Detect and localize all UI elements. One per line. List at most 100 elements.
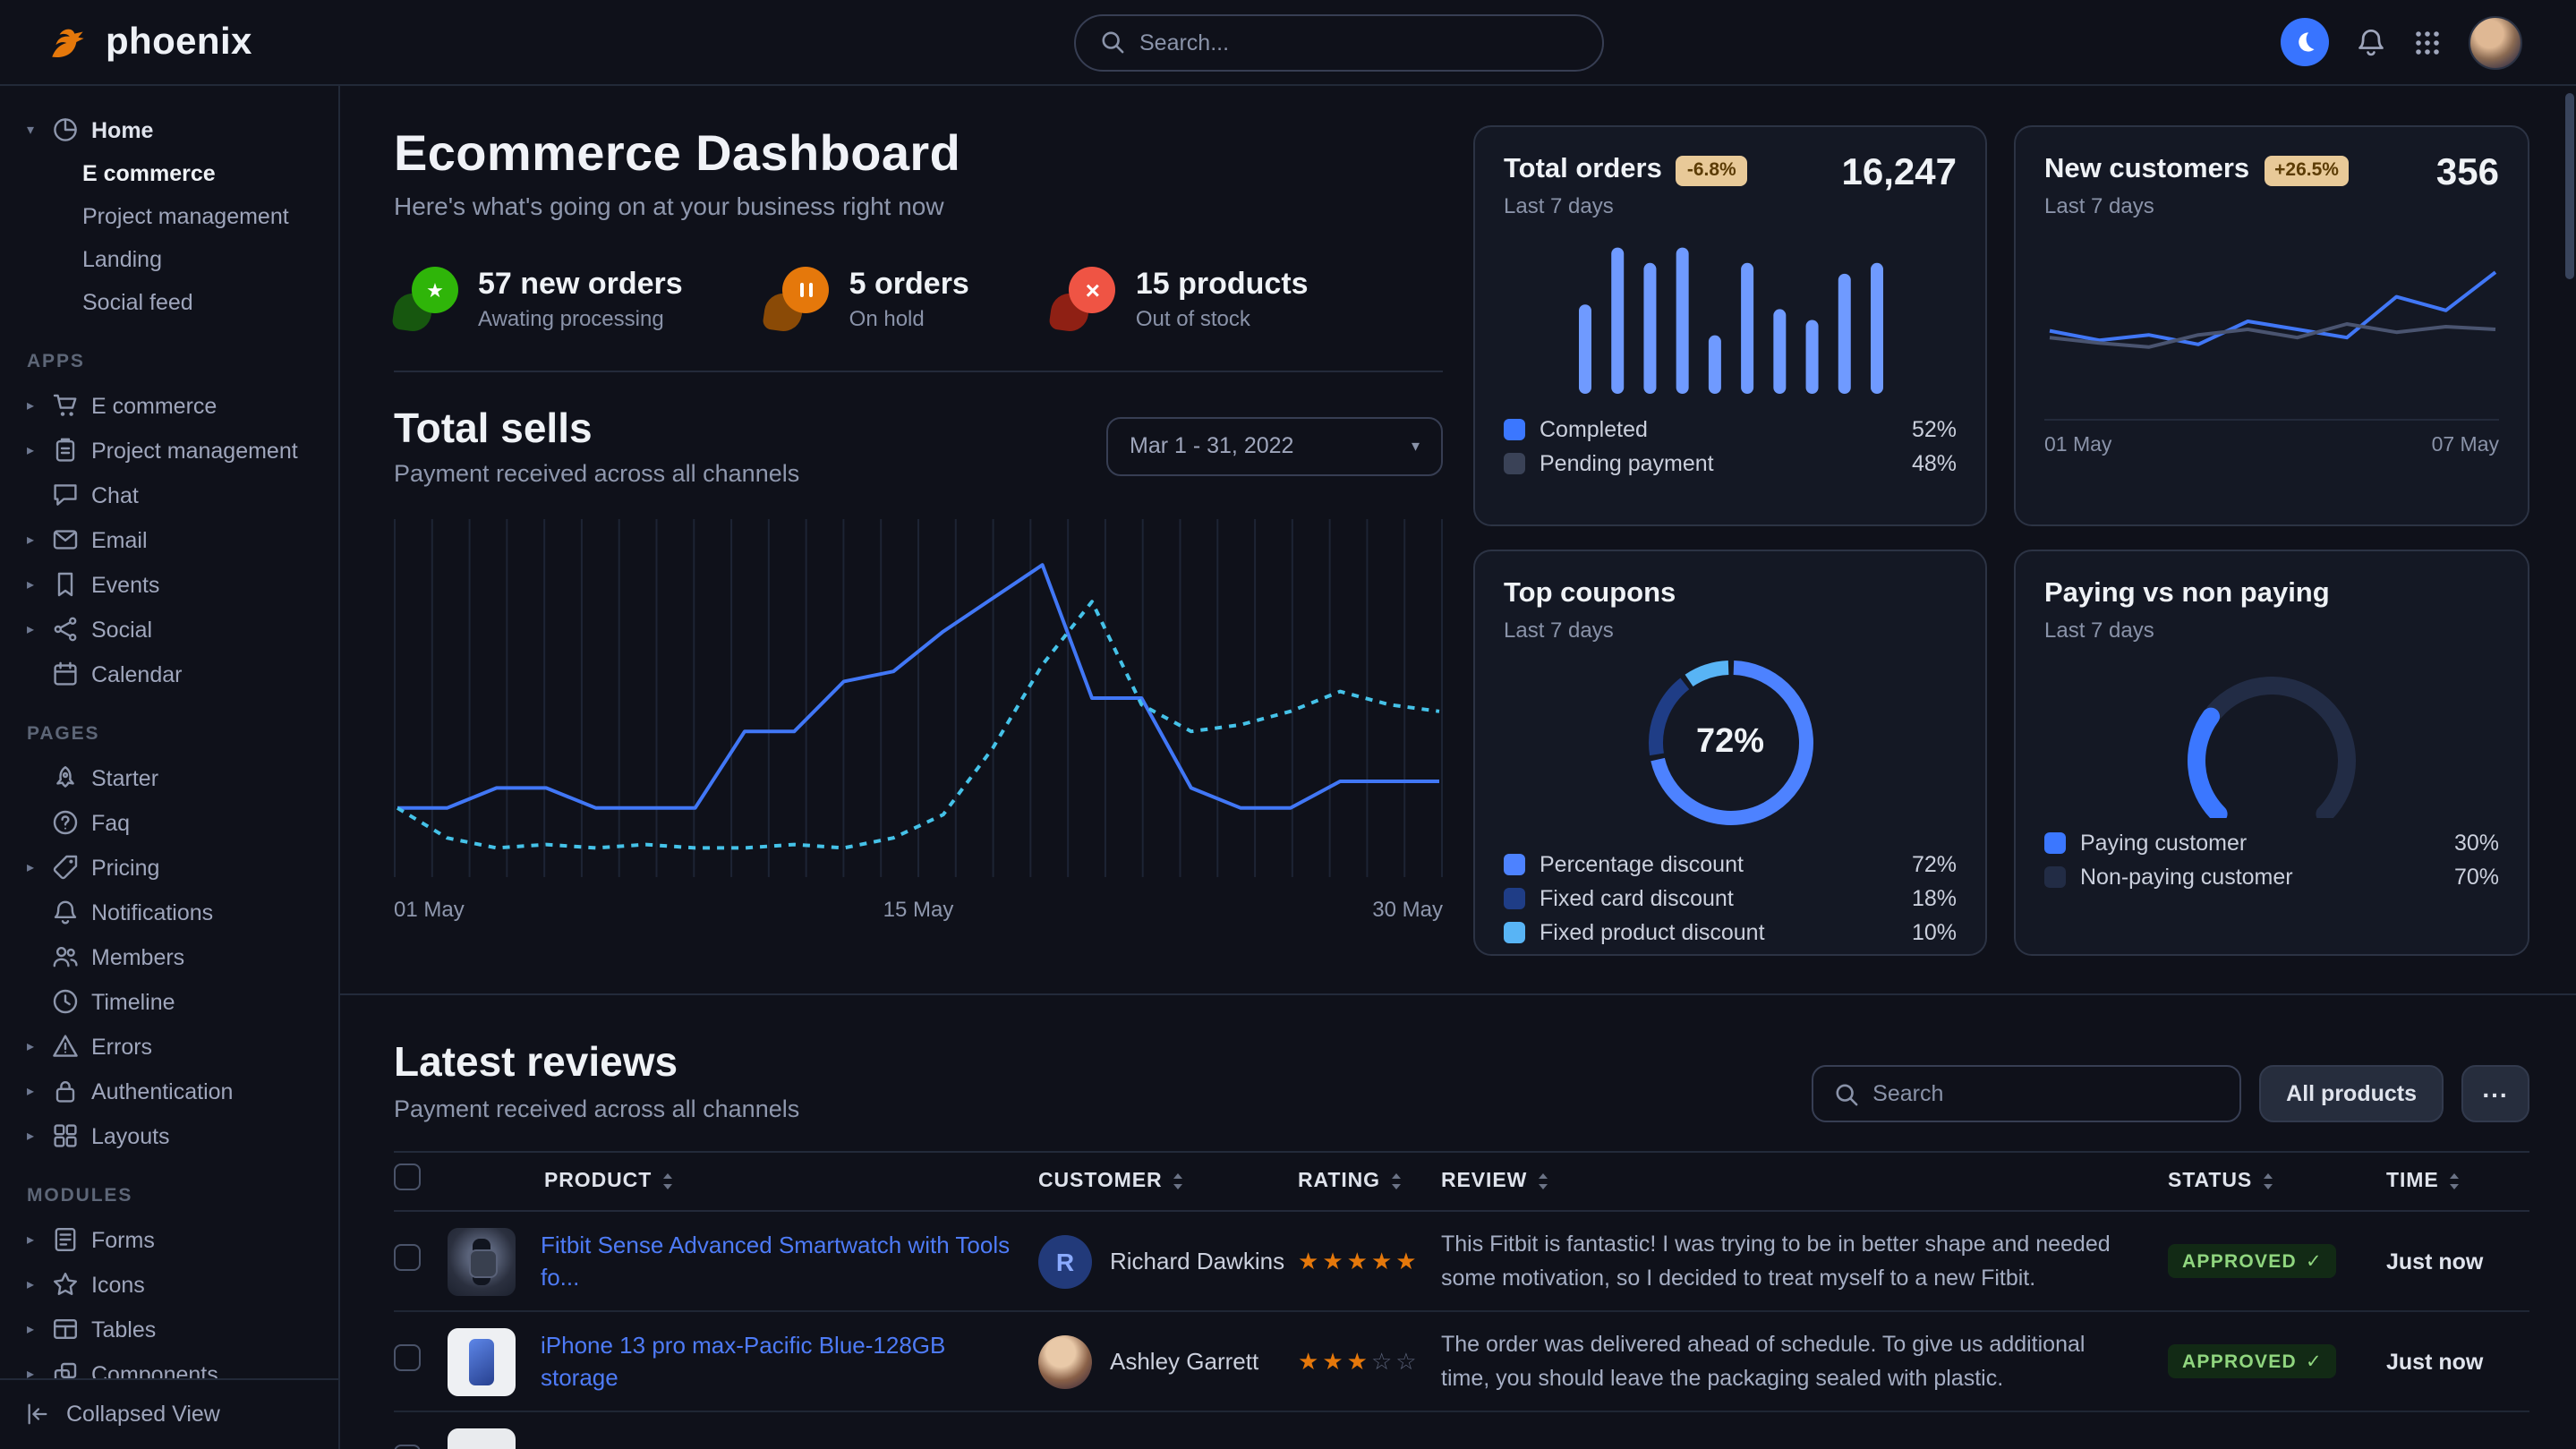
stat-label: Awating processing [478, 306, 683, 331]
product-image[interactable] [448, 1227, 516, 1295]
global-search-input[interactable] [1139, 30, 1576, 55]
table-row [394, 1412, 2529, 1449]
stat-value: 57 new orders [478, 267, 683, 303]
global-search[interactable] [1073, 13, 1603, 71]
brand-name: phoenix [106, 21, 252, 64]
notifications-button[interactable] [2356, 27, 2386, 57]
column-header-rating[interactable]: RATING [1298, 1171, 1432, 1192]
legend-swatch [1504, 887, 1525, 908]
reviews-search-input[interactable] [1872, 1081, 2218, 1106]
scrollbar-thumb[interactable] [2565, 93, 2574, 279]
column-header-product[interactable]: PRODUCT [544, 1171, 675, 1192]
paying-vs-nonpaying-card: Paying vs non paying Last 7 days Paying … [2014, 550, 2529, 956]
sidebar-item-ecommerce[interactable]: ▸ E commerce [21, 383, 320, 428]
sidebar-item-icons[interactable]: ▸ Icons [21, 1262, 320, 1307]
rocket-icon [52, 764, 79, 791]
row-checkbox[interactable] [394, 1343, 421, 1370]
total-sells-subtitle: Payment received across all channels [394, 460, 799, 487]
product-link[interactable]: iPhone 13 pro max-Pacific Blue-128GB sto… [541, 1330, 1029, 1393]
question-circle-icon [52, 809, 79, 836]
sidebar-item-members[interactable]: Members [21, 934, 320, 979]
legend-value: 52% [1912, 416, 1957, 441]
sidebar-subitem-project-management[interactable]: Project management [21, 195, 320, 238]
main-content: Ecommerce Dashboard Here's what's going … [340, 86, 2576, 1449]
customer-avatar[interactable] [1038, 1334, 1092, 1388]
sidebar-item-authentication[interactable]: ▸ Authentication [21, 1069, 320, 1113]
customer-avatar[interactable]: R [1038, 1234, 1092, 1288]
search-icon [1100, 30, 1123, 54]
row-checkbox[interactable] [394, 1243, 421, 1270]
card-title: Top coupons [1504, 578, 1676, 610]
sidebar-item-label: Home [91, 117, 153, 142]
date-range-select[interactable]: Mar 1 - 31, 2022 ▾ [1106, 416, 1443, 475]
chevron-down-icon: ▾ [1412, 436, 1420, 456]
sidebar-item-home[interactable]: ▾ Home [21, 107, 320, 152]
more-options-button[interactable]: ... [2461, 1065, 2529, 1122]
sidebar-subitem-landing[interactable]: Landing [21, 238, 320, 281]
legend-value: 70% [2454, 864, 2499, 889]
sidebar-item-notifications[interactable]: Notifications [21, 890, 320, 934]
column-header-customer[interactable]: CUSTOMER [1038, 1171, 1186, 1192]
sidebar-subitem-ecommerce[interactable]: E commerce [21, 152, 320, 195]
sidebar-item-tables[interactable]: ▸ Tables [21, 1307, 320, 1351]
user-avatar[interactable] [2469, 15, 2522, 69]
sidebar-item-email[interactable]: ▸ Email [21, 517, 320, 562]
donut-center-label: 72% [1644, 657, 1816, 829]
sidebar-item-faq[interactable]: Faq [21, 800, 320, 845]
brand[interactable]: phoenix [47, 20, 252, 64]
check-icon: ✓ [2306, 1351, 2323, 1373]
sidebar-subitem-label: Landing [82, 247, 162, 272]
bell-icon [52, 899, 79, 925]
legend-item: Fixed product discount 10% [1504, 915, 1957, 949]
collapsed-view-toggle[interactable]: Collapsed View [0, 1377, 338, 1449]
sidebar-item-label: Faq [91, 810, 130, 835]
apps-grid-button[interactable] [2413, 28, 2442, 56]
warning-triangle-icon [52, 1033, 79, 1060]
close-icon: × [1052, 267, 1116, 331]
all-products-button[interactable]: All products [2259, 1065, 2444, 1122]
card-title: New customers [2044, 154, 2249, 186]
legend-swatch [2044, 865, 2066, 887]
sidebar-item-calendar[interactable]: Calendar [21, 652, 320, 696]
product-image[interactable] [448, 1428, 516, 1449]
chevron-right-icon: ▸ [21, 621, 39, 637]
x-tick: 01 May [394, 897, 465, 922]
sort-icon [2261, 1172, 2275, 1190]
sidebar-item-timeline[interactable]: Timeline [21, 979, 320, 1024]
legend-value: 30% [2454, 830, 2499, 855]
select-all-checkbox[interactable] [394, 1163, 421, 1190]
column-header-time[interactable]: TIME [2386, 1171, 2529, 1192]
product-link[interactable]: Fitbit Sense Advanced Smartwatch with To… [541, 1230, 1029, 1292]
theme-toggle-button[interactable] [2281, 18, 2329, 66]
sidebar-item-starter[interactable]: Starter [21, 755, 320, 800]
x-tick: 15 May [883, 897, 954, 922]
sidebar-item-layouts[interactable]: ▸ Layouts [21, 1113, 320, 1158]
column-header-status[interactable]: STATUS [2168, 1171, 2372, 1192]
sidebar-item-label: Social [91, 617, 152, 642]
card-period: Last 7 days [1504, 193, 1957, 218]
total-sells-x-axis: 01 May 15 May 30 May [394, 897, 1443, 922]
top-navbar: phoenix [0, 0, 2576, 86]
sidebar-item-label: Project management [91, 438, 298, 463]
sidebar-item-chat[interactable]: Chat [21, 473, 320, 517]
users-icon [52, 943, 79, 970]
layout-grid-icon [52, 1122, 79, 1149]
reviews-search[interactable] [1812, 1065, 2241, 1122]
sidebar-subitem-social-feed[interactable]: Social feed [21, 281, 320, 324]
x-tick: 07 May [2432, 435, 2499, 456]
sidebar-item-forms[interactable]: ▸ Forms [21, 1217, 320, 1262]
sidebar-item-events[interactable]: ▸ Events [21, 562, 320, 607]
sidebar-item-errors[interactable]: ▸ Errors [21, 1024, 320, 1069]
sidebar-item-label: E commerce [91, 393, 217, 418]
paying-legend: Paying customer 30% Non-paying customer … [2044, 825, 2499, 893]
new-customers-x-axis: 01 May 07 May [2044, 419, 2499, 456]
product-image[interactable] [448, 1327, 516, 1395]
legend-swatch [1504, 418, 1525, 439]
sidebar-item-social[interactable]: ▸ Social [21, 607, 320, 652]
sidebar-item-components[interactable]: ▸ Components [21, 1351, 320, 1377]
sidebar-item-project-management[interactable]: ▸ Project management [21, 428, 320, 473]
column-header-review[interactable]: REVIEW [1441, 1171, 2114, 1192]
row-checkbox[interactable] [394, 1444, 421, 1449]
sidebar-item-pricing[interactable]: ▸ Pricing [21, 845, 320, 890]
total-sells-header: Total sells Payment received across all … [394, 405, 1443, 487]
